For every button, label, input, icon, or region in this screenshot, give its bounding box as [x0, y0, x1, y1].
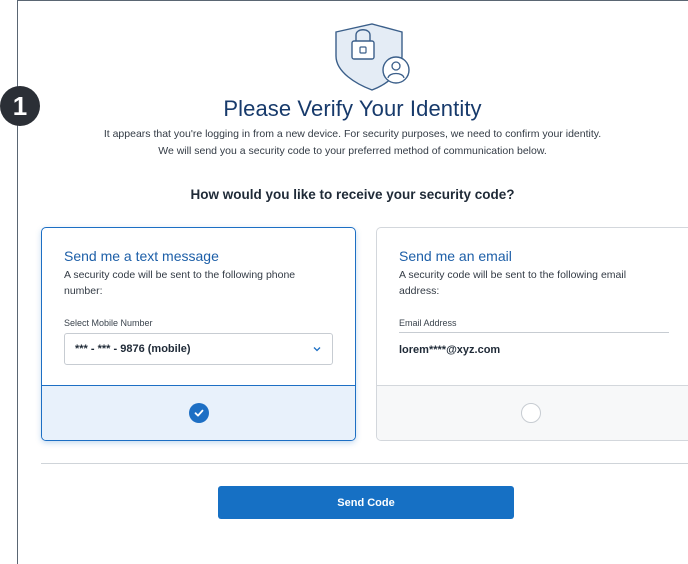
page-title: Please Verify Your Identity [223, 96, 482, 121]
mobile-number-select[interactable]: *** - *** - 9876 (mobile) [64, 333, 333, 365]
text-option-title: Send me a text message [64, 248, 219, 264]
text-option-radio-checked[interactable] [188, 403, 209, 423]
description-line-2: We will send you a security code to your… [158, 145, 547, 157]
email-option-radio[interactable] [521, 403, 541, 423]
email-address-value: lorem****@xyz.com [399, 344, 501, 356]
step-number-badge: 1 [0, 86, 40, 126]
email-option-footer[interactable] [377, 385, 688, 440]
delivery-question: How would you like to receive your secur… [190, 187, 515, 202]
send-code-button[interactable]: Send Code [218, 486, 514, 519]
email-address-label: Email Address [399, 318, 457, 328]
email-field-underline [399, 332, 669, 333]
description-line-1: It appears that you're logging in from a… [103, 128, 602, 140]
email-option-card[interactable]: Send me an email A security code will be… [376, 227, 688, 441]
shield-lock-user-icon [335, 23, 410, 91]
chevron-down-icon [313, 347, 321, 352]
mobile-number-value: *** - *** - 9876 (mobile) [75, 343, 191, 355]
checkmark-icon [194, 409, 203, 417]
text-option-description: A security code will be sent to the foll… [64, 269, 296, 297]
text-option-footer[interactable] [42, 385, 355, 440]
email-option-description: A security code will be sent to the foll… [399, 269, 627, 297]
text-message-option-card[interactable]: Send me a text message A security code w… [41, 227, 356, 441]
mobile-number-label: Select Mobile Number [64, 318, 153, 328]
section-divider [41, 463, 688, 464]
email-option-title: Send me an email [399, 248, 512, 264]
